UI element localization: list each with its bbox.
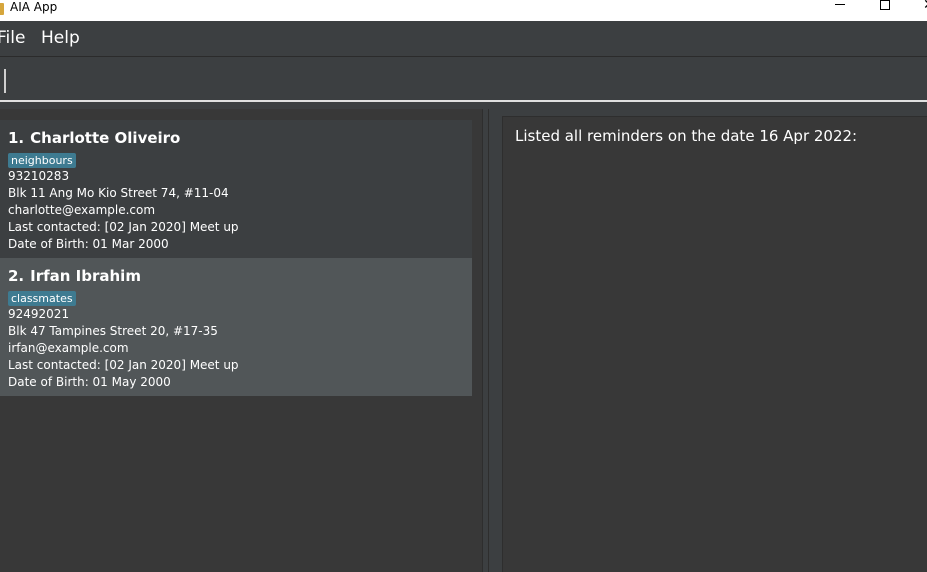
close-button[interactable]: ✕ bbox=[915, 0, 927, 14]
result-pane: Listed all reminders on the date 16 Apr … bbox=[492, 109, 927, 572]
app-window: AIA App ✕ File Help 1. Charlotte Oliveiro… bbox=[0, 0, 927, 572]
split-divider[interactable] bbox=[482, 109, 492, 572]
menu-help[interactable]: Help bbox=[41, 28, 80, 48]
person-index: 1. bbox=[8, 129, 25, 147]
command-input[interactable] bbox=[0, 61, 925, 97]
menu-bar: File Help bbox=[0, 21, 927, 57]
person-card[interactable]: 1. Charlotte Oliveiro neighbours 93210283… bbox=[0, 120, 472, 258]
person-phone: 93210283 bbox=[8, 169, 70, 183]
maximize-button[interactable] bbox=[870, 0, 900, 14]
person-phone: 92492021 bbox=[8, 307, 70, 321]
result-message: Listed all reminders on the date 16 Apr … bbox=[515, 127, 858, 145]
window-title: AIA App bbox=[10, 0, 58, 14]
person-last-contacted: Last contacted: [02 Jan 2020] Meet up bbox=[8, 358, 239, 372]
minimize-button[interactable] bbox=[826, 0, 856, 14]
result-display[interactable]: Listed all reminders on the date 16 Apr … bbox=[502, 116, 927, 572]
person-index: 2. bbox=[8, 267, 25, 285]
person-dob: Date of Birth: 01 Mar 2000 bbox=[8, 237, 169, 251]
person-name-row: 1. Charlotte Oliveiro bbox=[8, 127, 464, 149]
person-last-contacted: Last contacted: [02 Jan 2020] Meet up bbox=[8, 220, 239, 234]
command-underline bbox=[0, 100, 927, 102]
tag-badge: neighbours bbox=[8, 153, 76, 168]
menu-file[interactable]: File bbox=[0, 28, 25, 48]
person-card-selected[interactable]: 2. Irfan Ibrahim classmates 92492021 Blk … bbox=[0, 258, 472, 396]
command-box bbox=[0, 57, 927, 99]
person-email: irfan@example.com bbox=[8, 341, 129, 355]
text-caret bbox=[4, 69, 6, 93]
app-icon bbox=[0, 3, 4, 15]
person-list[interactable]: 1. Charlotte Oliveiro neighbours 93210283… bbox=[0, 109, 482, 572]
person-name-row: 2. Irfan Ibrahim bbox=[8, 265, 464, 287]
person-name: Charlotte Oliveiro bbox=[30, 129, 181, 147]
close-icon: ✕ bbox=[923, 0, 927, 13]
person-dob: Date of Birth: 01 May 2000 bbox=[8, 375, 171, 389]
person-address: Blk 11 Ang Mo Kio Street 74, #11-04 bbox=[8, 186, 229, 200]
person-address: Blk 47 Tampines Street 20, #17-35 bbox=[8, 324, 218, 338]
person-email: charlotte@example.com bbox=[8, 203, 156, 217]
person-name: Irfan Ibrahim bbox=[30, 267, 141, 285]
title-bar: AIA App ✕ bbox=[0, 0, 927, 21]
tag-badge: classmates bbox=[8, 291, 76, 306]
